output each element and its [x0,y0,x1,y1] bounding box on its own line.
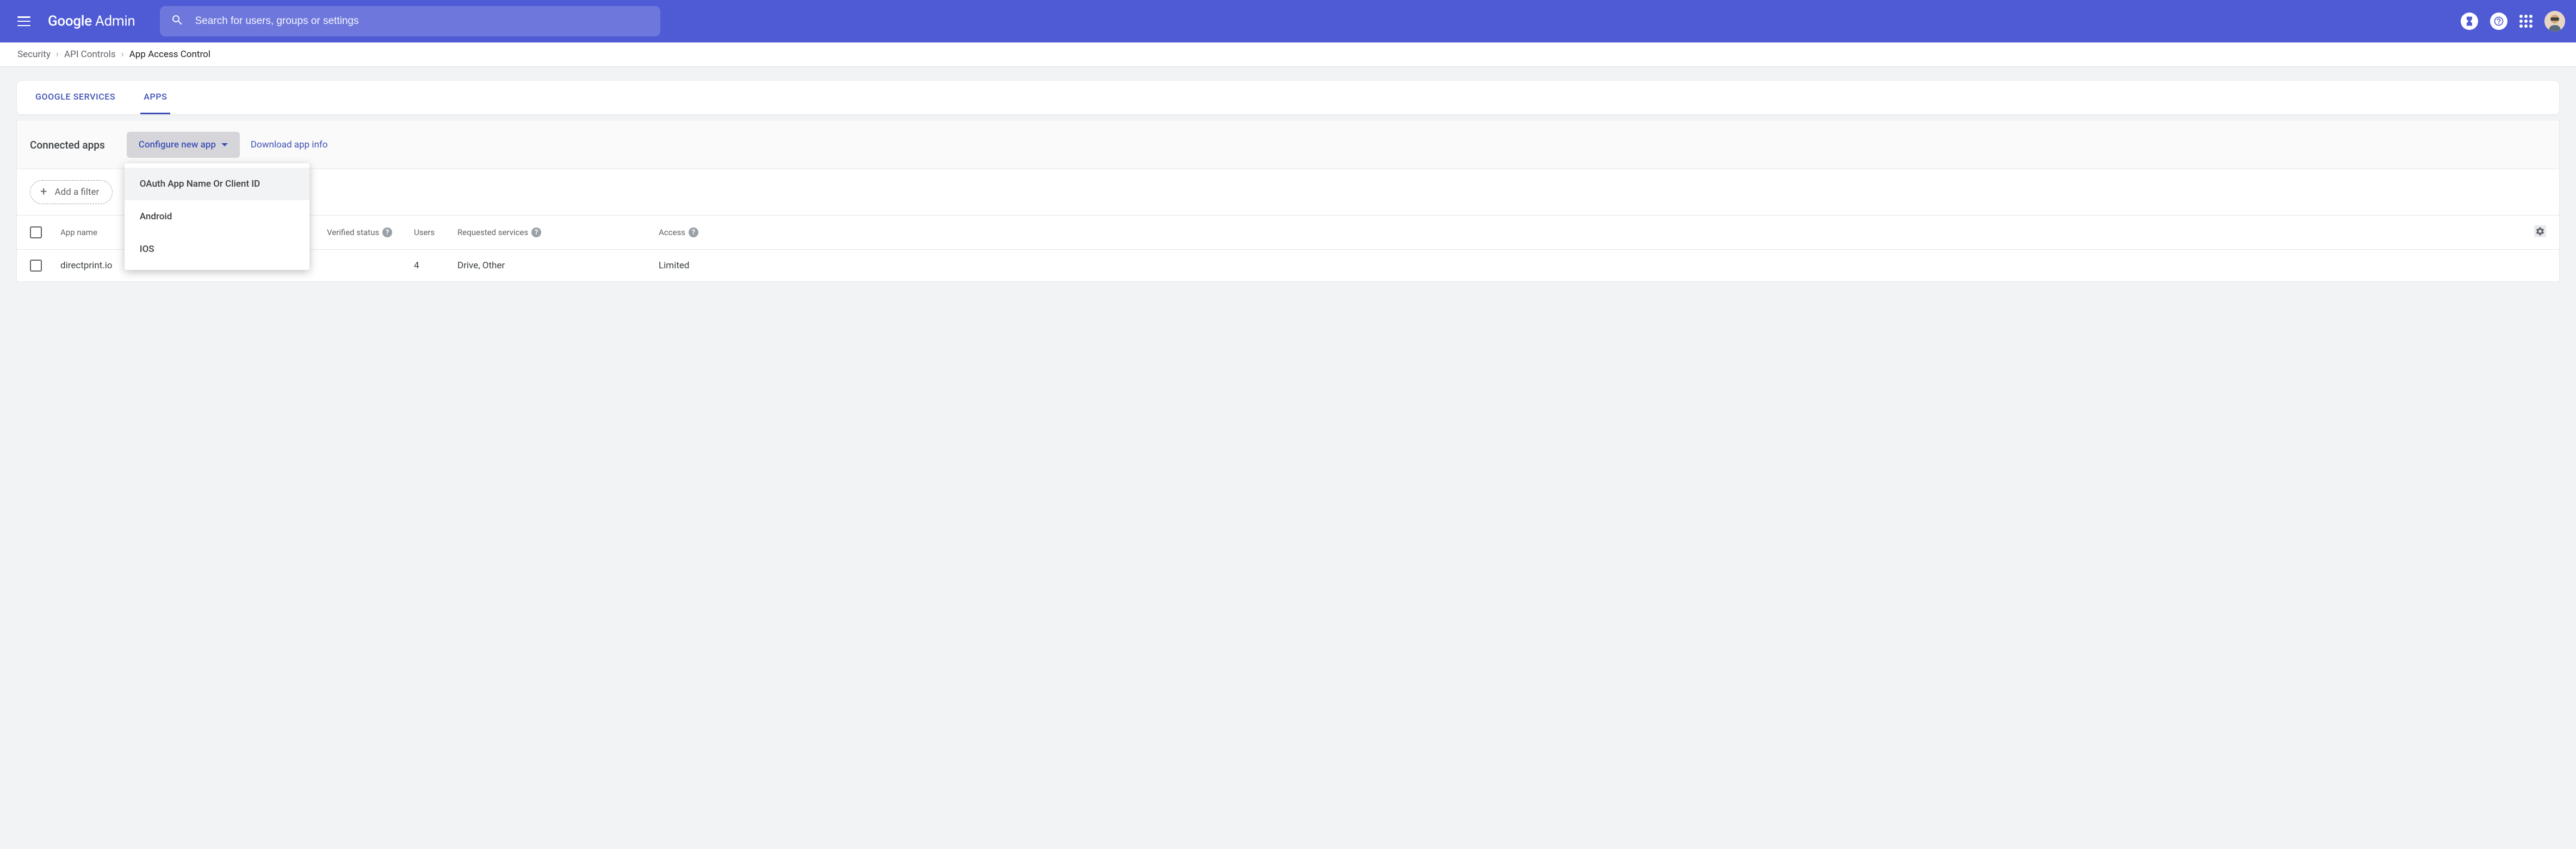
add-filter-button[interactable]: + Add a filter [30,180,113,204]
search-bar[interactable] [160,6,660,36]
help-icon [2493,16,2504,27]
tabs-card: GOOGLE SERVICES APPS [16,80,2560,115]
table-header: App name Verified status ? Users Request… [16,216,2560,250]
breadcrumb-current: App Access Control [129,49,210,60]
tab-google-services[interactable]: GOOGLE SERVICES [32,81,119,114]
configure-new-app-button[interactable]: Configure new app OAuth App Name Or Clie… [127,132,240,158]
hamburger-icon [17,16,30,26]
product-logo[interactable]: Google Admin [48,13,135,29]
breadcrumb: Security › API Controls › App Access Con… [0,42,2576,67]
configure-label: Configure new app [139,139,216,150]
configure-dropdown: OAuth App Name Or Client ID Android IOS [125,163,309,270]
help-icon[interactable]: ? [531,227,541,237]
cell-services: Drive, Other [457,260,659,271]
tab-bar: GOOGLE SERVICES APPS [17,81,2559,115]
avatar-image [2544,11,2565,32]
account-avatar[interactable] [2544,11,2565,32]
dropdown-item-oauth[interactable]: OAuth App Name Or Client ID [125,168,309,200]
add-filter-label: Add a filter [54,187,99,198]
select-all-checkbox[interactable] [30,226,42,238]
header-actions [2461,11,2565,32]
help-button[interactable] [2490,13,2507,30]
column-header-services[interactable]: Requested services [457,227,528,237]
apps-toolbar: Connected apps Configure new app OAuth A… [16,121,2560,169]
cell-users: 4 [414,260,457,271]
chevron-right-icon: › [121,49,124,60]
chevron-down-icon [221,143,228,146]
table-row[interactable]: directprint.io 4 Drive, Other Limited [16,250,2560,282]
dropdown-item-android[interactable]: Android [125,200,309,233]
filter-row: + Add a filter [16,169,2560,216]
plus-icon: + [40,186,47,198]
help-icon[interactable]: ? [382,227,392,237]
cell-access: Limited [659,260,2529,271]
page-content: GOOGLE SERVICES APPS Connected apps Conf… [0,67,2576,295]
download-app-info-link[interactable]: Download app info [251,139,328,150]
tab-apps[interactable]: APPS [140,81,170,114]
column-header-verified[interactable]: Verified status [327,227,379,237]
column-header-access[interactable]: Access [659,227,685,237]
timer-button[interactable] [2461,13,2478,30]
gear-icon [2534,225,2546,237]
breadcrumb-link[interactable]: API Controls [64,49,116,60]
dropdown-item-ios[interactable]: IOS [125,233,309,266]
breadcrumb-link[interactable]: Security [17,49,51,60]
toolbar-title: Connected apps [30,139,105,151]
apps-launcher-button[interactable] [2519,15,2532,28]
hourglass-icon [2464,16,2475,27]
chevron-right-icon: › [56,49,59,60]
column-header-users[interactable]: Users [414,227,457,237]
help-icon[interactable]: ? [689,227,698,237]
logo-text-prefix: Google [48,13,92,29]
search-input[interactable] [195,15,649,27]
logo-text-suffix: Admin [92,13,135,29]
app-header: Google Admin [0,0,2576,42]
row-checkbox[interactable] [30,260,42,272]
table-settings-button[interactable] [2534,225,2546,239]
main-menu-button[interactable] [11,8,37,34]
search-icon [171,14,184,29]
